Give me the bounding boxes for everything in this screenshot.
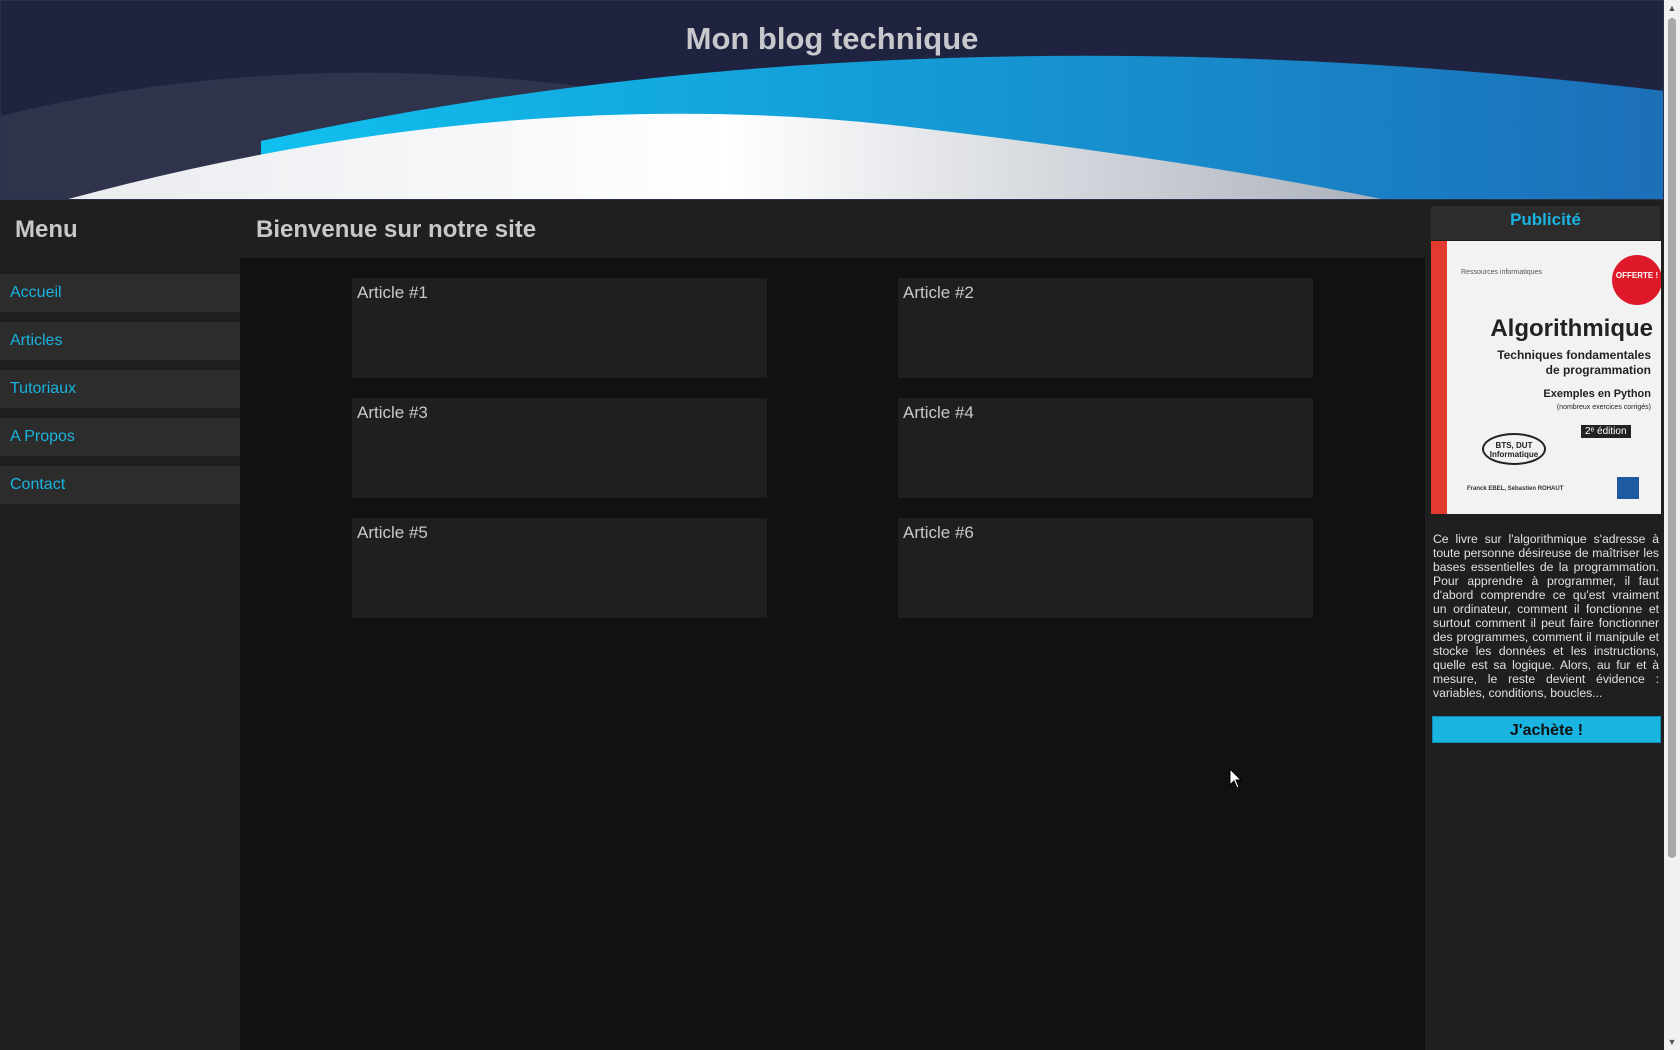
- cover-examples: Exemples en Python (nombreux exercices c…: [1543, 388, 1651, 414]
- article-title: Article #2: [903, 283, 974, 302]
- page-scrollbar[interactable]: ▲ ▼: [1664, 0, 1680, 1050]
- cover-title: Algorithmique: [1490, 315, 1653, 342]
- nav-link-tutoriaux[interactable]: Tutoriaux: [10, 380, 76, 397]
- cover-bts-badge: BTS, DUT Informatique: [1482, 433, 1546, 465]
- article-title: Article #3: [357, 403, 428, 422]
- book-cover-image[interactable]: Ressources informatiques OFFERTE ! Algor…: [1431, 241, 1661, 514]
- nav-menu: Accueil Articles Tutoriaux A Propos Cont…: [0, 274, 240, 504]
- nav-link-contact[interactable]: Contact: [10, 476, 65, 493]
- header-banner: Mon blog technique: [0, 0, 1664, 200]
- cover-subtitle-line-2: de programmation: [1545, 363, 1651, 377]
- nav-link-accueil[interactable]: Accueil: [10, 284, 62, 301]
- publisher-logo-icon: [1617, 477, 1639, 499]
- ad-description: Ce livre sur l'algorithmique s'adresse à…: [1433, 532, 1659, 700]
- buy-button[interactable]: J'achète !: [1432, 716, 1661, 743]
- article-card-2[interactable]: Article #2: [898, 278, 1313, 378]
- cover-authors: Franck EBEL, Sébastien ROHAUT: [1467, 486, 1564, 492]
- scroll-down-arrow-icon[interactable]: ▼: [1664, 1034, 1680, 1050]
- article-title: Article #1: [357, 283, 428, 302]
- main-content: Bienvenue sur notre site Article #1 Arti…: [240, 200, 1425, 1050]
- cover-examples-line: Exemples en Python: [1543, 388, 1651, 400]
- cover-badge: OFFERTE !: [1612, 255, 1661, 305]
- sidebar-title: Menu: [15, 216, 78, 243]
- site-title: Mon blog technique: [685, 21, 979, 56]
- nav-item-accueil[interactable]: Accueil: [0, 274, 240, 312]
- scroll-up-arrow-icon[interactable]: ▲: [1664, 0, 1680, 16]
- mouse-cursor-icon: [1229, 768, 1243, 789]
- page-title: Bienvenue sur notre site: [240, 200, 1425, 258]
- article-card-3[interactable]: Article #3: [352, 398, 767, 498]
- nav-link-articles[interactable]: Articles: [10, 332, 62, 349]
- ad-sidebar: Publicité Ressources informatiques OFFER…: [1425, 200, 1664, 1050]
- article-card-1[interactable]: Article #1: [352, 278, 767, 378]
- article-title: Article #5: [357, 523, 428, 542]
- article-title: Article #4: [903, 403, 974, 422]
- cover-edition: 2ᵉ édition: [1581, 425, 1631, 438]
- nav-item-tutoriaux[interactable]: Tutoriaux: [0, 370, 240, 408]
- nav-item-a-propos[interactable]: A Propos: [0, 418, 240, 456]
- article-card-5[interactable]: Article #5: [352, 518, 767, 618]
- sidebar: Menu Accueil Articles Tutoriaux A Propos…: [0, 200, 240, 1050]
- nav-item-articles[interactable]: Articles: [0, 322, 240, 360]
- scroll-thumb[interactable]: [1668, 18, 1676, 858]
- nav-link-a-propos[interactable]: A Propos: [10, 428, 75, 445]
- nav-item-contact[interactable]: Contact: [0, 466, 240, 504]
- article-card-6[interactable]: Article #6: [898, 518, 1313, 618]
- article-card-4[interactable]: Article #4: [898, 398, 1313, 498]
- article-title: Article #6: [903, 523, 974, 542]
- cover-subtitle: Techniques fondamentales de programmatio…: [1497, 348, 1651, 378]
- cover-subtitle-line-1: Techniques fondamentales: [1497, 348, 1651, 362]
- cover-examples-note: (nombreux exercices corrigés): [1556, 404, 1651, 411]
- cover-red-band: [1431, 241, 1447, 514]
- ad-title: Publicité: [1431, 206, 1660, 240]
- cover-brand: Ressources informatiques: [1461, 269, 1542, 276]
